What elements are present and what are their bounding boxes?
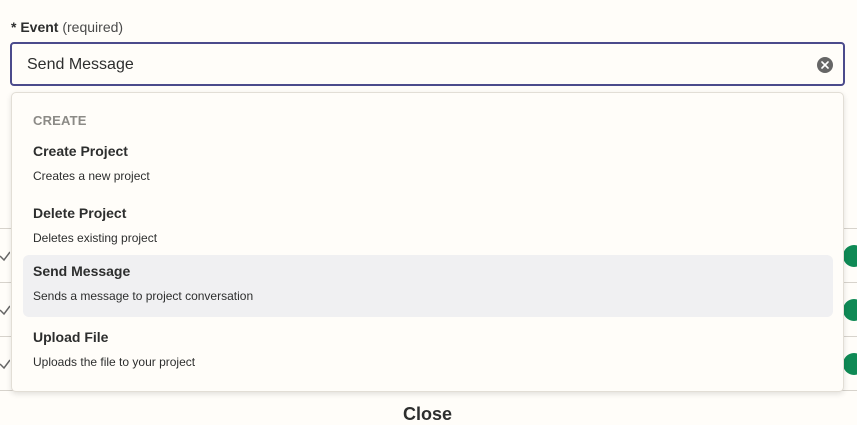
status-dot-icon [843, 245, 857, 267]
event-field-label: * Event (required) [11, 19, 123, 35]
option-upload-file[interactable]: Upload File Uploads the file to your pro… [23, 321, 833, 383]
group-title-create: CREATE [33, 113, 87, 128]
option-description: Creates a new project [33, 169, 150, 183]
event-select-value: Send Message [27, 56, 134, 73]
required-marker: * [11, 19, 17, 35]
option-description: Uploads the file to your project [33, 355, 196, 369]
option-title: Send Message [33, 263, 131, 279]
status-dot-icon [843, 299, 857, 321]
check-icon [0, 305, 10, 316]
required-hint: (required) [62, 19, 124, 35]
check-icon [0, 359, 10, 370]
option-title: Upload File [33, 329, 109, 345]
option-send-message[interactable]: Send Message Sends a message to project … [23, 255, 833, 317]
option-description: Sends a message to project conversation [33, 289, 254, 303]
event-label-text: Event [20, 19, 59, 35]
clear-icon[interactable] [817, 57, 833, 73]
status-dot-icon [843, 353, 857, 375]
option-create-project[interactable]: Create Project Creates a new project [23, 135, 833, 197]
option-description: Deletes existing project [33, 231, 158, 245]
event-dropdown-menu: CREATE Create Project Creates a new proj… [11, 92, 844, 392]
option-title: Delete Project [33, 205, 127, 221]
option-delete-project[interactable]: Delete Project Deletes existing project [23, 197, 833, 259]
event-select[interactable]: Send Message [10, 42, 845, 86]
check-icon [0, 251, 10, 262]
option-title: Create Project [33, 143, 128, 159]
